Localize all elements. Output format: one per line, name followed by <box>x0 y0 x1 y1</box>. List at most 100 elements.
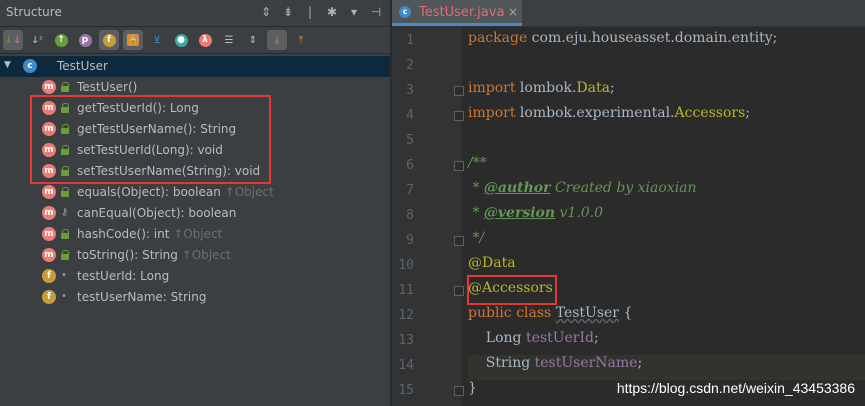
sort-by-visibility-button[interactable]: ↓ ↓ <box>3 30 23 50</box>
code-line: Long testUerId; <box>468 330 599 346</box>
tree-item-text: hashCode(): int ↑Object <box>77 227 222 241</box>
close-icon[interactable]: × <box>508 5 518 19</box>
code-line: package com.eju.houseasset.domain.entity… <box>468 30 778 46</box>
class-file-icon: c <box>399 6 411 18</box>
fold-marker-icon[interactable] <box>454 86 464 96</box>
structure-toolbar: ↓ ↓ ↓ᶻ ↑ p f 🔒 ⊻ ● λ ☰ ⇕ ⤓ ⤒ <box>0 27 393 54</box>
class-icon: c <box>23 59 37 73</box>
public-lock-icon <box>61 82 70 92</box>
expand-arrow-icon[interactable]: ▼ <box>4 60 11 70</box>
tree-item-label: toString(): String <box>77 248 178 262</box>
sort-alphabetically-button[interactable]: ↓ᶻ <box>27 30 47 50</box>
code-editor: c TestUser.java × 1 2 3 4 5 6 7 8 9 10 11 12 13 14 15 … <box>392 0 865 406</box>
code-area[interactable]: package com.eju.houseasset.domain.entity… <box>468 27 865 406</box>
line-number: 1 <box>406 33 414 48</box>
show-non-public-button[interactable]: 🔒 <box>123 30 143 50</box>
tree-item-label: TestUser() <box>77 80 138 94</box>
code-line: * @author Created by xiaoxian <box>468 180 697 196</box>
line-number: 4 <box>406 108 414 123</box>
inherited-from-label: ↑Object <box>181 248 231 262</box>
tab-testuser-java[interactable]: c TestUser.java × <box>392 0 522 26</box>
method-icon: m <box>42 185 56 199</box>
show-anonymous-button[interactable]: ⊻ <box>147 30 167 50</box>
structure-title: Structure <box>6 5 62 19</box>
fold-marker-icon[interactable] <box>454 386 464 396</box>
method-icon: m <box>42 206 56 220</box>
public-lock-icon <box>61 187 70 197</box>
line-number: 2 <box>406 58 414 73</box>
line-number: 9 <box>406 233 414 248</box>
tree-method-item[interactable]: m hashCode(): int ↑Object <box>0 224 390 245</box>
divider-icon: | <box>307 5 313 19</box>
highlight-box-getters-setters <box>30 95 271 184</box>
code-line: import lombok.Data; <box>468 80 615 96</box>
method-icon: m <box>42 227 56 241</box>
code-line: */ <box>468 230 485 246</box>
tree-item-label: hashCode(): int <box>77 227 170 241</box>
inherited-from-label: ↑Object <box>224 185 274 199</box>
line-number: 13 <box>398 333 414 348</box>
code-line: /** <box>468 155 487 171</box>
chevron-down-icon[interactable]: ▾ <box>346 4 362 20</box>
tree-field-item[interactable]: f • testUserName: String <box>0 287 390 308</box>
fold-marker-icon[interactable] <box>454 111 464 121</box>
code-line: * @version v1.0.0 <box>468 205 604 221</box>
fold-marker-icon[interactable] <box>454 286 464 296</box>
line-number: 14 <box>398 358 414 373</box>
show-fields-button[interactable]: f <box>99 30 119 50</box>
line-number: 10 <box>398 258 414 273</box>
tree-method-item[interactable]: m toString(): String ↑Object <box>0 245 390 266</box>
private-dot-icon: • <box>61 291 67 302</box>
group-by-inheritance-button[interactable]: ↑ <box>51 30 71 50</box>
public-lock-icon <box>61 229 70 239</box>
line-number: 5 <box>406 133 414 148</box>
tree-field-item[interactable]: f • testUerId: Long <box>0 266 390 287</box>
autoscroll-to-source-button[interactable]: ⤓ <box>267 30 287 50</box>
hide-panel-icon[interactable]: ⊣ <box>368 4 384 20</box>
show-lambdas-button[interactable]: λ <box>195 30 215 50</box>
method-icon: m <box>42 248 56 262</box>
protected-key-icon: ⚷ <box>61 207 69 218</box>
structure-title-bar: Structure ⇕ ⇟ | ✱ ▾ ⊣ <box>0 0 390 27</box>
expand-all-icon[interactable]: ⇕ <box>258 4 274 20</box>
code-line: public class TestUser { <box>468 305 633 321</box>
line-number: 6 <box>406 158 414 173</box>
code-line-current: String testUserName; <box>468 355 865 380</box>
method-icon: m <box>42 80 56 94</box>
line-number: 15 <box>398 383 414 398</box>
tree-method-item[interactable]: m ⚷ canEqual(Object): boolean <box>0 203 390 224</box>
expand-all-button[interactable]: ☰ <box>219 30 239 50</box>
collapse-all-icon[interactable]: ⇟ <box>280 4 296 20</box>
tree-item-label: testUerId: Long <box>77 269 170 283</box>
inherited-from-label: ↑Object <box>173 227 223 241</box>
tree-method-item[interactable]: m equals(Object): boolean ↑Object <box>0 182 390 203</box>
highlight-box-accessors <box>467 275 557 305</box>
fold-marker-icon[interactable] <box>454 161 464 171</box>
editor-tab-bar: c TestUser.java × <box>392 0 865 27</box>
tree-root-class[interactable]: ▼ c TestUser <box>0 56 390 77</box>
tab-label: TestUser.java <box>419 5 505 20</box>
fold-marker-icon[interactable] <box>454 236 464 246</box>
field-icon: f <box>42 269 56 283</box>
line-number-gutter: 1 2 3 4 5 6 7 8 9 10 11 12 13 14 15 <box>392 27 464 406</box>
line-number: 3 <box>406 83 414 98</box>
show-properties-button[interactable]: p <box>75 30 95 50</box>
tree-root-label: TestUser <box>57 59 108 73</box>
tree-item-text: equals(Object): boolean ↑Object <box>77 185 274 199</box>
collapse-all-button[interactable]: ⇕ <box>243 30 263 50</box>
private-dot-icon: • <box>61 270 67 281</box>
tree-item-label: canEqual(Object): boolean <box>77 206 237 220</box>
show-inherited-button[interactable]: ● <box>171 30 191 50</box>
tree-item-text: toString(): String ↑Object <box>77 248 231 262</box>
public-lock-icon <box>61 250 70 260</box>
gear-icon[interactable]: ✱ <box>324 4 340 20</box>
autoscroll-from-source-button[interactable]: ⤒ <box>291 30 311 50</box>
line-number: 8 <box>406 208 414 223</box>
line-number: 11 <box>398 283 414 298</box>
watermark: https://blog.csdn.net/weixin_43453386 <box>616 380 855 396</box>
tree-item-label: testUserName: String <box>77 290 207 304</box>
code-line: import lombok.experimental.Accessors; <box>468 105 750 121</box>
line-number: 12 <box>398 308 414 323</box>
field-icon: f <box>42 290 56 304</box>
structure-title-icons: ⇕ ⇟ | ✱ ▾ ⊣ <box>258 4 384 20</box>
